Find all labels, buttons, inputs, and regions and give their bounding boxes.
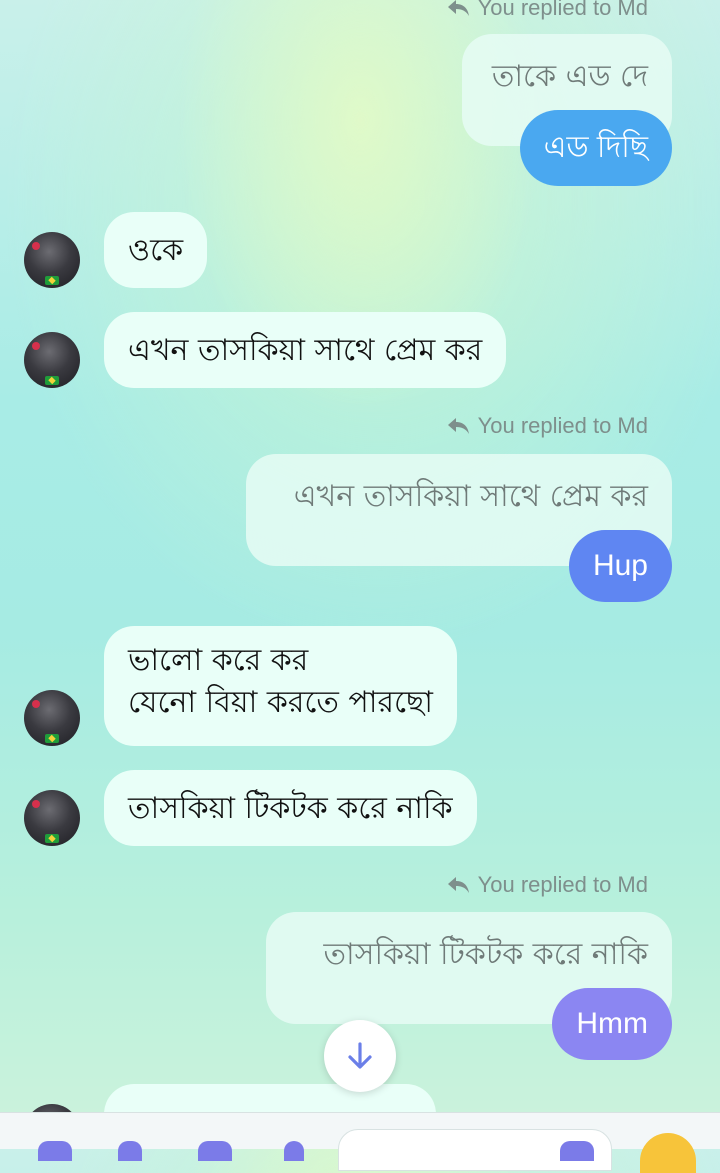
incoming-message[interactable]: এখন তাসকিয়া সাথে প্রেম কর: [104, 312, 507, 388]
avatar[interactable]: [24, 790, 80, 846]
reply-arrow-icon: [447, 418, 469, 434]
reply-note-text: You replied to Md: [477, 413, 648, 438]
microphone-icon[interactable]: [284, 1141, 304, 1161]
flag-badge-icon: [45, 734, 59, 743]
incoming-message[interactable]: তাসকিয়া টিকটক করে নাকি: [104, 770, 477, 846]
outgoing-message[interactable]: Hup: [568, 530, 672, 602]
reply-note-text: You replied to Md: [477, 0, 648, 20]
reply-note: You replied to Md: [446, 412, 648, 440]
message-thread[interactable]: You replied to Md তাকে এড দে এড দিছি ওকে…: [0, 0, 720, 1112]
reply-arrow-icon: [447, 877, 469, 893]
flag-badge-icon: [45, 276, 59, 285]
outgoing-message[interactable]: এড দিছি: [519, 110, 672, 186]
incoming-message[interactable]: ওকে: [104, 212, 208, 288]
sticker-icon[interactable]: [560, 1141, 594, 1161]
flag-badge-icon: [45, 376, 59, 385]
reply-arrow-icon: [447, 0, 469, 16]
avatar[interactable]: [24, 690, 80, 746]
message-line: ভালো করে কর: [128, 643, 309, 678]
incoming-message[interactable]: ভালো করে কর যেনো বিয়া করতে পারছো: [104, 626, 457, 746]
avatar[interactable]: [24, 332, 80, 388]
message-composer: [0, 1112, 720, 1173]
avatar[interactable]: [24, 1104, 80, 1112]
more-actions-icon[interactable]: [38, 1141, 72, 1161]
flag-badge-icon: [45, 834, 59, 843]
gallery-icon[interactable]: [198, 1141, 232, 1161]
arrow-down-icon: [348, 1042, 372, 1069]
camera-icon[interactable]: [118, 1141, 142, 1161]
outgoing-message[interactable]: Hmm: [552, 988, 672, 1060]
scroll-to-bottom-button[interactable]: [324, 1020, 396, 1092]
message-line: যেনো বিয়া করতে পারছো: [128, 685, 433, 720]
reply-note-text: You replied to Md: [477, 872, 648, 897]
reply-note: You replied to Md: [446, 0, 648, 22]
emoji-icon[interactable]: [640, 1133, 696, 1173]
reply-note: You replied to Md: [446, 871, 648, 899]
incoming-message-partial[interactable]: [104, 1084, 436, 1112]
avatar[interactable]: [24, 232, 80, 288]
